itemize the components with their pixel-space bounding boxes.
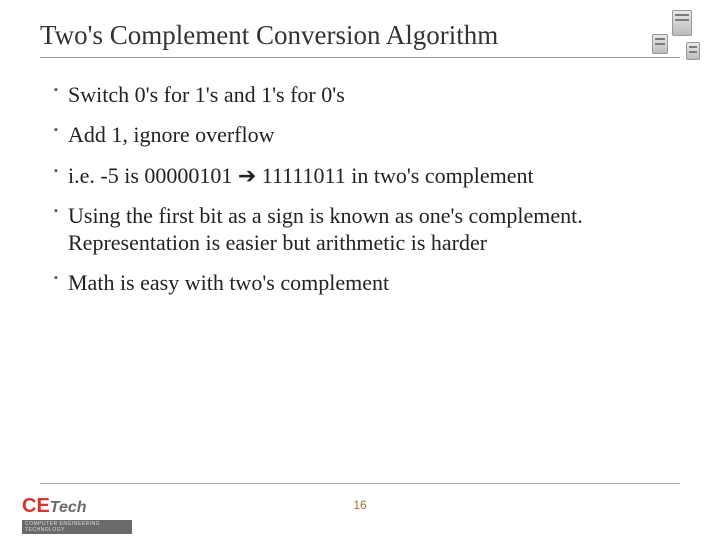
bullet-icon: ▪ [54, 205, 58, 218]
slide: Two's Complement Conversion Algorithm ▪ … [0, 0, 720, 540]
logo-prefix: CE [22, 495, 50, 517]
bullet-icon: ▪ [54, 84, 58, 97]
list-item: ▪ Add 1, ignore overflow [54, 122, 680, 148]
bullet-icon: ▪ [54, 124, 58, 137]
bullet-text: i.e. -5 is 00000101 ➔ 11111011 in two's … [68, 163, 534, 188]
list-item: ▪ Math is easy with two's complement [54, 270, 680, 296]
list-item: ▪ Switch 0's for 1's and 1's for 0's [54, 82, 680, 108]
bullet-text: Using the first bit as a sign is known a… [68, 203, 583, 254]
list-item: ▪ Using the first bit as a sign is known… [54, 203, 680, 256]
bullet-icon: ▪ [54, 165, 58, 178]
logo-subtitle: COMPUTER ENGINEERING TECHNOLOGY [22, 520, 132, 534]
footer-logo: CETech COMPUTER ENGINEERING TECHNOLOGY [22, 496, 132, 532]
list-item: ▪ i.e. -5 is 00000101 ➔ 11111011 in two'… [54, 163, 680, 189]
logo-suffix: Tech [50, 499, 87, 516]
footer-divider [40, 483, 680, 484]
bullet-icon: ▪ [54, 272, 58, 285]
bullet-text: Add 1, ignore overflow [68, 122, 275, 147]
corner-decoration-icon [632, 6, 702, 66]
title-divider [40, 57, 680, 58]
bullet-text: Math is easy with two's complement [68, 270, 389, 295]
slide-title: Two's Complement Conversion Algorithm [40, 20, 680, 51]
bullet-text: Switch 0's for 1's and 1's for 0's [68, 82, 345, 107]
bullet-list: ▪ Switch 0's for 1's and 1's for 0's ▪ A… [40, 82, 680, 296]
